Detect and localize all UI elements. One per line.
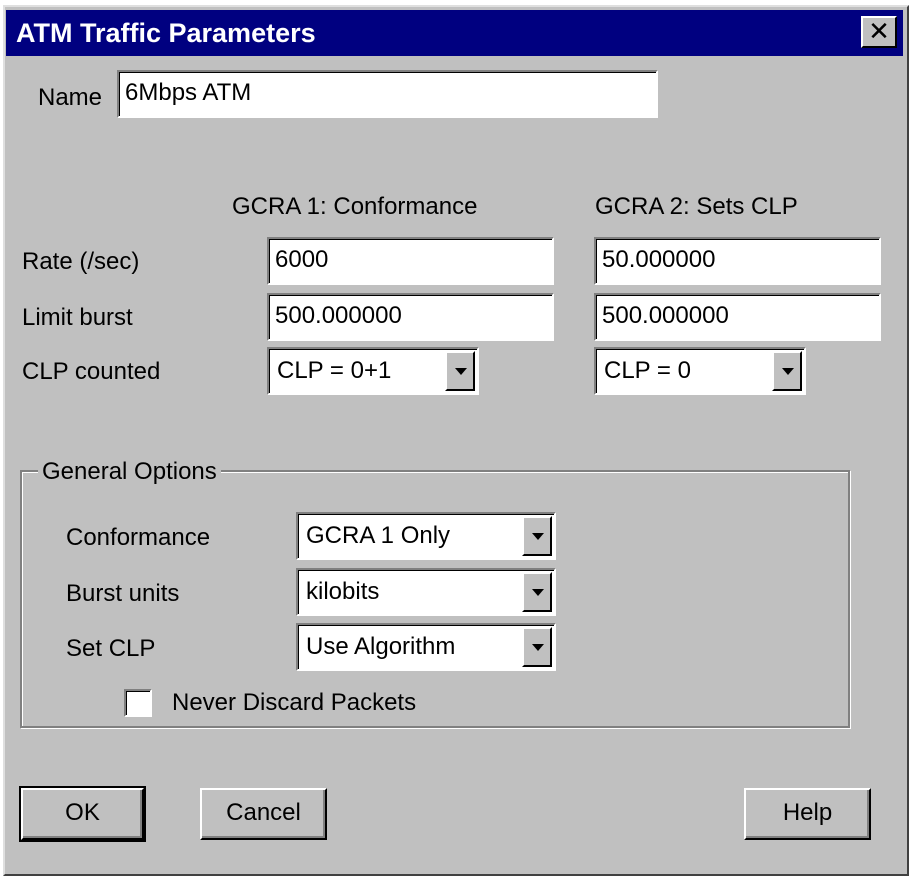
gcra2-clp-counted-value: CLP = 0 (604, 357, 691, 384)
gcra1-limit-burst-field[interactable]: 500.000000 (267, 293, 554, 341)
gcra1-rate-field[interactable]: 6000 (267, 237, 554, 285)
dropdown-button[interactable] (522, 627, 552, 667)
dropdown-button[interactable] (445, 351, 475, 391)
gcra1-header: GCRA 1: Conformance (232, 193, 478, 220)
close-button[interactable]: ✕ (861, 16, 897, 48)
conformance-value: GCRA 1 Only (306, 522, 451, 549)
rate-label: Rate (/sec) (22, 248, 140, 275)
gcra2-clp-counted-select[interactable]: CLP = 0 (594, 347, 806, 395)
title-bar[interactable]: ATM Traffic Parameters ✕ (6, 10, 903, 56)
set-clp-value: Use Algorithm (306, 633, 456, 660)
chevron-down-icon (532, 589, 544, 596)
dropdown-button[interactable] (772, 351, 802, 391)
window-title: ATM Traffic Parameters (16, 18, 316, 48)
set-clp-label: Set CLP (66, 635, 156, 662)
clp-counted-label: CLP counted (22, 358, 161, 385)
gcra2-limit-burst-field[interactable]: 500.000000 (594, 293, 881, 341)
conformance-label: Conformance (66, 524, 211, 551)
burst-units-value: kilobits (306, 578, 380, 605)
dropdown-button[interactable] (522, 516, 552, 556)
burst-units-label: Burst units (66, 580, 180, 607)
gcra2-rate-field[interactable]: 50.000000 (594, 237, 881, 285)
never-discard-label[interactable]: Never Discard Packets (172, 689, 416, 717)
name-field[interactable]: 6Mbps ATM (117, 70, 658, 118)
help-button[interactable]: Help (744, 788, 871, 840)
conformance-select[interactable]: GCRA 1 Only (296, 512, 556, 560)
burst-units-select[interactable]: kilobits (296, 568, 556, 616)
ok-button[interactable]: OK (19, 786, 146, 842)
gcra2-header: GCRA 2: Sets CLP (595, 193, 798, 220)
gcra1-clp-counted-value: CLP = 0+1 (277, 357, 392, 384)
dropdown-button[interactable] (522, 572, 552, 612)
name-label: Name (38, 84, 103, 111)
chevron-down-icon (532, 533, 544, 540)
general-options-legend: General Options (38, 458, 221, 486)
cancel-button[interactable]: Cancel (200, 788, 327, 840)
chevron-down-icon (455, 368, 467, 375)
never-discard-checkbox[interactable] (124, 689, 152, 717)
limit-burst-label: Limit burst (22, 304, 133, 331)
close-icon: ✕ (868, 16, 890, 46)
gcra1-clp-counted-select[interactable]: CLP = 0+1 (267, 347, 479, 395)
set-clp-select[interactable]: Use Algorithm (296, 623, 556, 671)
atm-traffic-parameters-dialog (3, 5, 909, 876)
chevron-down-icon (782, 368, 794, 375)
chevron-down-icon (532, 644, 544, 651)
